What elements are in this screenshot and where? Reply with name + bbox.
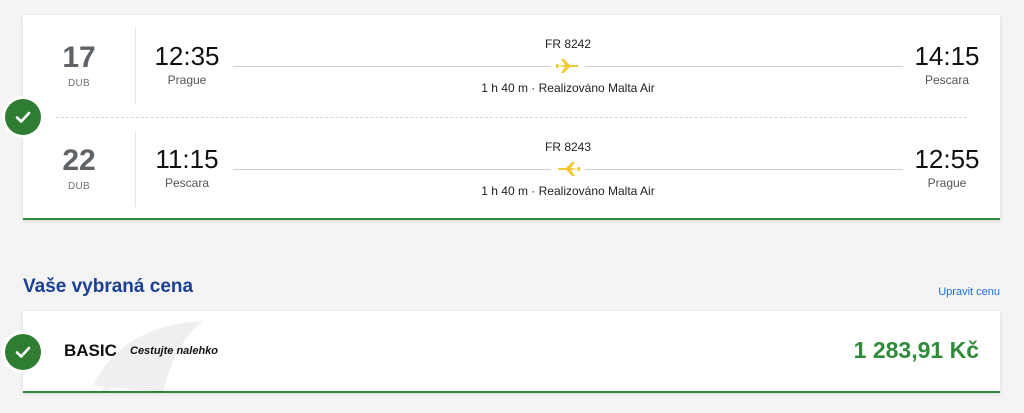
date-divider bbox=[135, 131, 136, 207]
fare-name: BASIC bbox=[64, 341, 117, 360]
fare-card[interactable]: BASIC Cestujte nalehko 1 283,91 Kč bbox=[23, 311, 1000, 393]
fare-selected-checkmark-icon bbox=[5, 334, 41, 370]
departure: 11:15 Pescara bbox=[153, 145, 221, 190]
route-line-right bbox=[585, 66, 903, 67]
flight-number: FR 8242 bbox=[544, 37, 592, 51]
departure-city: Prague bbox=[167, 73, 207, 87]
flight-date: 17 DUB bbox=[43, 41, 115, 90]
route-line-right bbox=[585, 169, 903, 170]
edit-price-link[interactable]: Upravit cenu bbox=[938, 286, 1000, 298]
flights-selected-checkmark-icon bbox=[5, 99, 41, 135]
flight-date-month: DUB bbox=[67, 181, 90, 192]
fare-tagline: Cestujte nalehko bbox=[130, 345, 219, 357]
departure-time: 11:15 bbox=[155, 144, 219, 174]
route-line-left bbox=[233, 169, 551, 170]
return-flight-row: 22 DUB 11:15 Pescara FR 8243 1 h 40 m · … bbox=[23, 131, 1000, 221]
arrival-city: Pescara bbox=[924, 73, 970, 87]
flight-number: FR 8243 bbox=[544, 140, 592, 154]
arrival: 12:55 Prague bbox=[913, 145, 981, 190]
fare-price: 1 283,91 Kč bbox=[853, 337, 979, 363]
departure: 12:35 Prague bbox=[153, 42, 221, 87]
airplane-icon bbox=[557, 162, 580, 176]
departure-time: 12:35 bbox=[154, 41, 220, 71]
airplane-icon bbox=[556, 59, 579, 73]
flights-card: 17 DUB 12:35 Prague FR 8242 1 h 40 m · R… bbox=[23, 15, 1000, 220]
flight-duration-operator: 1 h 40 m · Realizováno Malta Air bbox=[481, 184, 655, 198]
date-divider bbox=[135, 28, 136, 104]
arrival: 14:15 Pescara bbox=[913, 42, 981, 87]
route-line-left bbox=[233, 66, 551, 67]
flight-date-day: 22 bbox=[62, 144, 96, 177]
flight-duration-operator: 1 h 40 m · Realizováno Malta Air bbox=[481, 81, 655, 95]
outbound-flight-row: 17 DUB 12:35 Prague FR 8242 1 h 40 m · R… bbox=[23, 28, 1000, 118]
arrival-time: 14:15 bbox=[914, 41, 980, 71]
arrival-time: 12:55 bbox=[914, 144, 980, 174]
arrival-city: Prague bbox=[927, 176, 967, 190]
departure-city: Pescara bbox=[164, 176, 210, 190]
flight-date: 22 DUB bbox=[43, 144, 115, 193]
flight-date-day: 17 bbox=[62, 41, 96, 74]
flight-separator bbox=[56, 117, 967, 118]
flight-date-month: DUB bbox=[67, 78, 90, 89]
selected-price-title: Vaše vybraná cena bbox=[23, 276, 194, 297]
